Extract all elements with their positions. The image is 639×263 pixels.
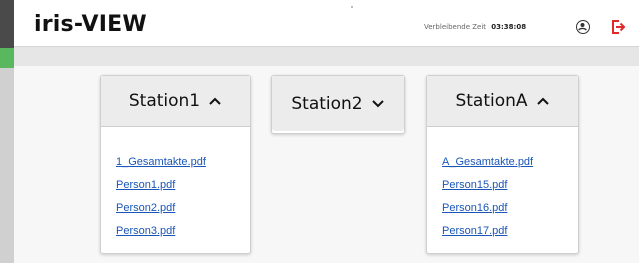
list-item: A_Gesamtakte.pdf bbox=[442, 150, 533, 173]
user-icon[interactable] bbox=[576, 20, 590, 34]
station-header-station2[interactable]: Station2 bbox=[272, 76, 404, 131]
station-card-station2: Station2 bbox=[271, 75, 405, 134]
window-indicator-dot bbox=[351, 6, 353, 8]
top-bar: iris-VIEW Verbleibende Zeit 03:38:08 bbox=[14, 0, 639, 47]
app-title: iris-VIEW bbox=[34, 12, 147, 37]
file-link[interactable]: Person17.pdf bbox=[442, 225, 507, 237]
list-item: Person15.pdf bbox=[442, 173, 533, 196]
file-link[interactable]: A_Gesamtakte.pdf bbox=[442, 156, 533, 168]
list-item: Person2.pdf bbox=[116, 196, 206, 219]
list-item: Person3.pdf bbox=[116, 219, 206, 242]
user-circle-icon bbox=[578, 23, 587, 31]
file-link[interactable]: Person1.pdf bbox=[116, 179, 175, 191]
file-link[interactable]: 1_Gesamtakte.pdf bbox=[116, 156, 206, 168]
toolbar-strip bbox=[14, 47, 639, 66]
file-list: 1_Gesamtakte.pdf Person1.pdf Person2.pdf… bbox=[116, 150, 206, 242]
station-card-station1: Station1 1_Gesamtakte.pdf Person1.pdf Pe… bbox=[100, 75, 251, 254]
list-item: Person17.pdf bbox=[442, 219, 533, 242]
station-title: Station1 bbox=[128, 91, 201, 111]
file-link[interactable]: Person2.pdf bbox=[116, 202, 175, 214]
chevron-down-icon bbox=[371, 99, 384, 107]
list-item: 1_Gesamtakte.pdf bbox=[116, 150, 206, 173]
logout-button[interactable] bbox=[610, 19, 626, 35]
file-link[interactable]: Person16.pdf bbox=[442, 202, 507, 214]
station-card-stationa: StationA A_Gesamtakte.pdf Person15.pdf P… bbox=[426, 75, 579, 254]
list-item: Person16.pdf bbox=[442, 196, 533, 219]
station-title: Station2 bbox=[291, 93, 363, 114]
remaining-time-value: 03:38:08 bbox=[491, 23, 527, 31]
station-title: StationA bbox=[455, 91, 528, 111]
remaining-time-label: Verbleibende Zeit bbox=[424, 23, 487, 31]
file-list: A_Gesamtakte.pdf Person15.pdf Person16.p… bbox=[442, 150, 533, 242]
list-item: Person1.pdf bbox=[116, 173, 206, 196]
chevron-up-icon bbox=[209, 97, 221, 105]
station-header-station1[interactable]: Station1 bbox=[101, 76, 250, 127]
station-header-stationa[interactable]: StationA bbox=[427, 76, 578, 127]
chevron-up-icon bbox=[536, 97, 549, 105]
remaining-time: Verbleibende Zeit 03:38:08 bbox=[424, 23, 526, 31]
file-link[interactable]: Person3.pdf bbox=[116, 225, 175, 237]
file-link[interactable]: Person15.pdf bbox=[442, 179, 507, 191]
logout-icon bbox=[612, 20, 626, 34]
app-window: iris-VIEW Verbleibende Zeit 03:38:08 Sta… bbox=[14, 0, 639, 263]
